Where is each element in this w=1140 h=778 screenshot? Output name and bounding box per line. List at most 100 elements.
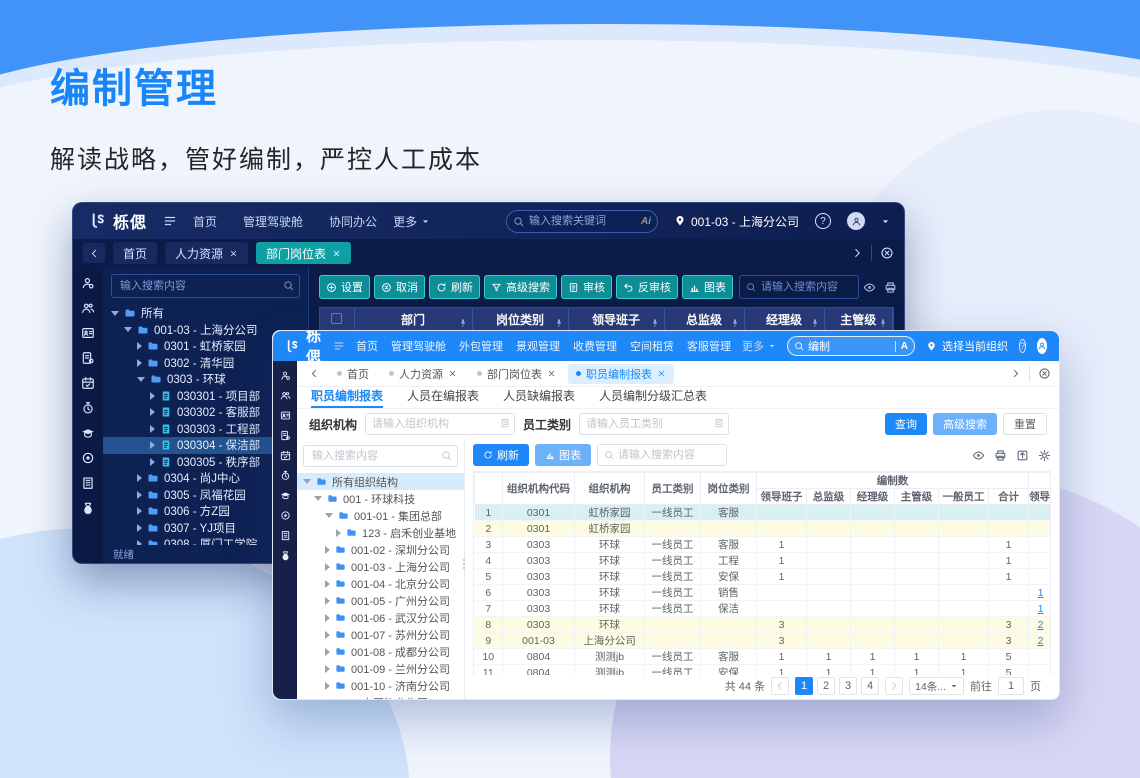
report-row[interactable]: 100804测测jb一线员工客服111115 bbox=[475, 649, 1052, 665]
front-tree-item[interactable]: 001-07 - 苏州分公司 bbox=[297, 626, 464, 643]
back-tree-item[interactable]: 所有 bbox=[103, 305, 308, 322]
column-header[interactable]: 一般员工 bbox=[939, 489, 989, 505]
org-selector[interactable]: 001-03 - 上海分公司 bbox=[674, 213, 799, 230]
user-avatar[interactable] bbox=[1037, 338, 1047, 354]
subtab-3[interactable]: 人员编制分级汇总表 bbox=[599, 387, 707, 408]
settings-button[interactable]: 设置 bbox=[319, 275, 370, 299]
rail-person-gear[interactable] bbox=[280, 370, 291, 381]
tree-caret-icon[interactable] bbox=[325, 614, 330, 622]
page-button-3[interactable]: 3 bbox=[839, 677, 857, 695]
prev-page-button[interactable] bbox=[771, 677, 789, 695]
collapse-menu-icon[interactable] bbox=[333, 340, 345, 352]
next-page-button[interactable] bbox=[885, 677, 903, 695]
front-tab-0[interactable]: 首页 bbox=[329, 364, 377, 384]
front-tree-item[interactable]: 001 - 环球科技 bbox=[297, 490, 464, 507]
page-button-2[interactable]: 2 bbox=[817, 677, 835, 695]
subtab-0[interactable]: 职员编制报表 bbox=[311, 387, 383, 408]
column-header[interactable]: 经理级 bbox=[744, 308, 824, 332]
back-nav-item-2[interactable]: 协同办公 bbox=[329, 213, 377, 230]
tree-caret-icon[interactable] bbox=[124, 327, 132, 332]
page-size-select[interactable]: 14条... bbox=[909, 677, 964, 695]
chart-button[interactable]: 图表 bbox=[535, 444, 591, 466]
report-row[interactable]: 70303环球一线员工保洁1 bbox=[475, 601, 1052, 617]
rail-money-bag[interactable] bbox=[280, 550, 291, 561]
global-search-input[interactable] bbox=[529, 215, 636, 227]
front-tab-3[interactable]: 职员编制报表 bbox=[568, 364, 674, 384]
rail-id-card[interactable] bbox=[280, 410, 291, 421]
refresh-button[interactable]: 刷新 bbox=[473, 444, 529, 466]
tree-caret-icon[interactable] bbox=[325, 580, 330, 588]
report-row[interactable]: 40303环球一线员工工程11 bbox=[475, 553, 1052, 569]
tree-caret-icon[interactable] bbox=[325, 513, 333, 518]
tabs-back-button[interactable] bbox=[305, 364, 323, 384]
tree-caret-icon[interactable] bbox=[111, 311, 119, 316]
column-header[interactable]: 总监级 bbox=[664, 308, 744, 332]
drill-down-link[interactable]: 2 bbox=[1038, 635, 1044, 647]
select-all-checkbox[interactable] bbox=[331, 313, 342, 324]
tree-caret-icon[interactable] bbox=[336, 529, 341, 537]
settings-button[interactable] bbox=[1038, 449, 1051, 462]
rail-person-gear[interactable] bbox=[81, 276, 95, 290]
ai-badge[interactable]: Ai bbox=[641, 216, 651, 227]
report-row[interactable]: 50303环球一线员工安保11 bbox=[475, 569, 1052, 585]
tree-caret-icon[interactable] bbox=[325, 682, 330, 690]
column-header[interactable]: 经理级 bbox=[851, 489, 895, 505]
column-header[interactable]: 领导班子 bbox=[568, 308, 664, 332]
back-nav-item-1[interactable]: 管理驾驶舱 bbox=[243, 213, 303, 230]
tree-caret-icon[interactable] bbox=[314, 699, 319, 700]
report-row[interactable]: 20301虹桥家园 bbox=[475, 521, 1052, 537]
advanced-search-button[interactable]: 高级搜索 bbox=[484, 275, 557, 299]
table-search-input[interactable] bbox=[618, 449, 720, 461]
front-nav-item-6[interactable]: 客服管理 bbox=[687, 338, 731, 354]
front-nav-item-3[interactable]: 景观管理 bbox=[516, 338, 560, 354]
building-icon[interactable] bbox=[500, 418, 510, 428]
back-tab-1[interactable]: 人力资源 bbox=[165, 242, 248, 264]
column-header[interactable]: 主管级 bbox=[824, 308, 893, 332]
rail-money-bag[interactable] bbox=[81, 501, 95, 515]
tree-caret-icon[interactable] bbox=[137, 359, 142, 367]
user-menu-caret-icon[interactable] bbox=[1058, 342, 1060, 350]
column-header[interactable]: 岗位类别 bbox=[472, 308, 568, 332]
rail-calendar-check[interactable] bbox=[280, 450, 291, 461]
tree-caret-icon[interactable] bbox=[137, 524, 142, 532]
user-menu-caret-icon[interactable] bbox=[881, 217, 890, 226]
column-header[interactable]: 领导班 bbox=[1029, 489, 1051, 505]
front-tree-item[interactable]: 001-09 - 兰州分公司 bbox=[297, 660, 464, 677]
close-all-tabs-button[interactable] bbox=[1038, 365, 1051, 383]
front-tree-item[interactable]: 001-03 - 上海分公司 bbox=[297, 558, 464, 575]
front-tree-item[interactable]: 02 - 中国物业集团 bbox=[297, 694, 464, 699]
org-filter-input[interactable] bbox=[365, 413, 515, 435]
tree-caret-icon[interactable] bbox=[325, 631, 330, 639]
rail-doc-gear[interactable] bbox=[280, 430, 291, 441]
export-button[interactable] bbox=[1016, 449, 1029, 462]
rail-target[interactable] bbox=[280, 510, 291, 521]
rail-stopwatch[interactable] bbox=[81, 401, 95, 415]
column-header[interactable]: 主管级 bbox=[895, 489, 939, 505]
column-header[interactable]: 领导班子 bbox=[757, 489, 807, 505]
back-nav-item-0[interactable]: 首页 bbox=[193, 213, 217, 230]
column-header[interactable]: 部门 bbox=[354, 308, 472, 332]
unaudit-button[interactable]: 反审核 bbox=[616, 275, 678, 299]
panel-resize-handle[interactable] bbox=[460, 559, 468, 569]
front-nav-item-5[interactable]: 空间租赁 bbox=[630, 338, 674, 354]
more-menu[interactable]: 更多 bbox=[393, 213, 430, 230]
close-all-tabs-button[interactable] bbox=[880, 244, 894, 262]
ai-badge[interactable]: A bbox=[895, 341, 908, 352]
tree-caret-icon[interactable] bbox=[137, 342, 142, 350]
org-selector[interactable]: 选择当前组织 bbox=[926, 338, 1008, 354]
rail-target[interactable] bbox=[81, 451, 95, 465]
global-search[interactable]: Ai bbox=[506, 210, 658, 233]
report-row[interactable]: 10301虹桥家园一线员工客服 bbox=[475, 505, 1052, 521]
front-tree-item[interactable]: 001-01 - 集团总部 bbox=[297, 507, 464, 524]
tabs-back-button[interactable] bbox=[83, 243, 105, 263]
tabs-forward-button[interactable] bbox=[1010, 365, 1021, 383]
emp-type-filter-input[interactable] bbox=[579, 413, 729, 435]
rail-users[interactable] bbox=[280, 390, 291, 401]
rail-doc-gear[interactable] bbox=[81, 351, 95, 365]
user-avatar[interactable] bbox=[847, 212, 865, 230]
tree-caret-icon[interactable] bbox=[137, 377, 145, 382]
rail-graduation-cap[interactable] bbox=[81, 426, 95, 440]
tree-caret-icon[interactable] bbox=[325, 665, 330, 673]
column-header[interactable]: 组织机构 bbox=[575, 473, 645, 505]
tree-caret-icon[interactable] bbox=[137, 507, 142, 515]
